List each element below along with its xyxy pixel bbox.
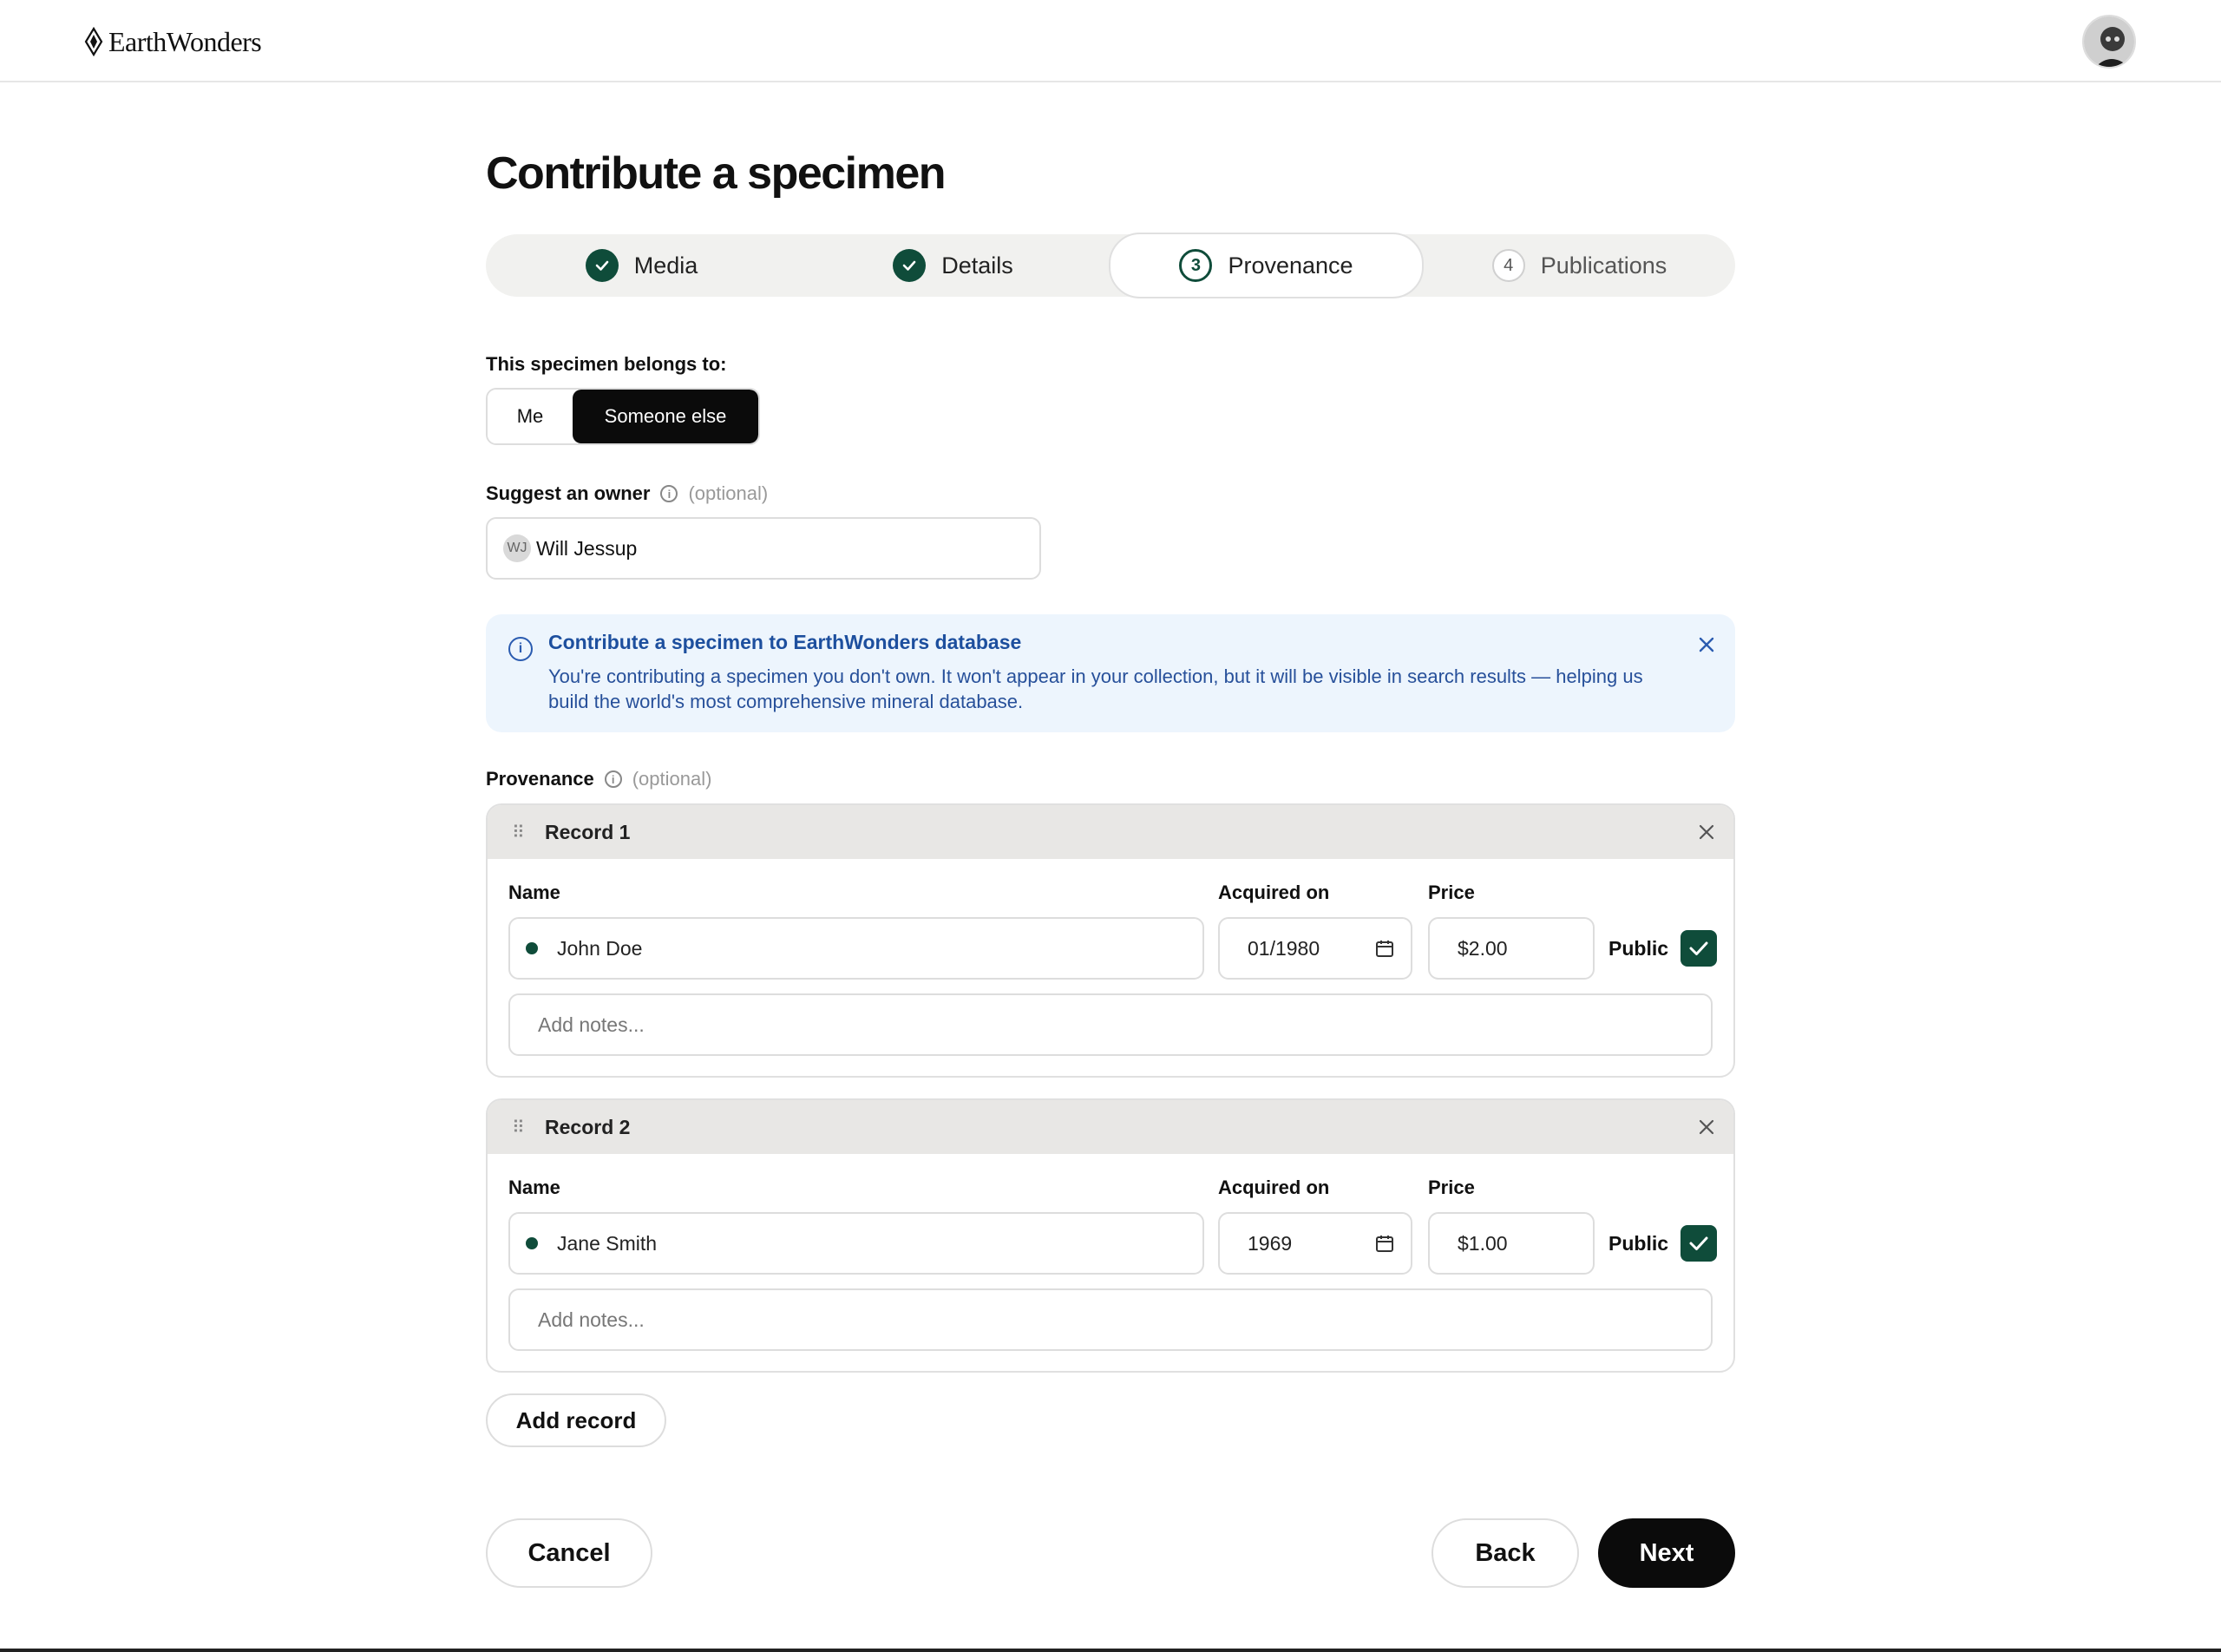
acquired-date-input[interactable]: 01/1980 — [1218, 917, 1412, 980]
owner-name-value: Will Jessup — [536, 536, 638, 560]
cancel-button[interactable]: Cancel — [486, 1518, 652, 1588]
acquired-field-label: Acquired on — [1218, 1177, 1330, 1198]
step-publications[interactable]: 4 Publications — [1424, 234, 1735, 297]
record-header: ⠿ Record 1 — [488, 805, 1733, 859]
notice-body: You're contributing a specimen you don't… — [548, 665, 1643, 712]
suggest-owner-input[interactable]: WJ Will Jessup — [486, 517, 1041, 580]
name-field-label: Name — [508, 882, 560, 903]
acquired-date-value: 01/1980 — [1248, 936, 1320, 960]
info-notice: i Contribute a specimen to EarthWonders … — [486, 614, 1735, 732]
check-icon — [893, 249, 927, 282]
close-icon[interactable] — [1695, 821, 1718, 843]
step-provenance[interactable]: 3 Provenance — [1109, 233, 1424, 298]
ownership-toggle: Me Someone else — [486, 388, 760, 445]
next-button[interactable]: Next — [1598, 1518, 1735, 1588]
name-field-label: Name — [508, 1177, 560, 1198]
public-checkbox-group: Public — [1608, 930, 1718, 967]
add-record-button[interactable]: Add record — [486, 1393, 666, 1447]
back-button[interactable]: Back — [1432, 1518, 1579, 1588]
status-dot — [526, 1237, 538, 1249]
price-field-label: Price — [1428, 1177, 1475, 1198]
notes-input[interactable]: Add notes... — [508, 1288, 1713, 1351]
provenance-label: Provenance i (optional) — [486, 768, 711, 790]
logo-text: EarthWonders — [108, 25, 262, 57]
step-details[interactable]: Details — [797, 234, 1109, 297]
calendar-icon[interactable] — [1374, 1233, 1395, 1254]
price-input[interactable]: $2.00 — [1428, 917, 1595, 980]
notes-placeholder: Add notes... — [538, 1013, 645, 1036]
info-icon[interactable]: i — [660, 485, 678, 502]
owner-name-value: Jane Smith — [557, 1231, 658, 1255]
info-icon[interactable]: i — [604, 770, 622, 788]
avatar[interactable] — [2082, 15, 2136, 69]
earthwonders-logo[interactable]: EarthWonders — [82, 25, 262, 57]
notes-input[interactable]: Add notes... — [508, 993, 1713, 1056]
close-icon[interactable] — [1695, 1116, 1718, 1138]
provenance-record: ⠿ Record 2 Name Acquired on Price Jane S… — [486, 1098, 1735, 1373]
optional-hint: (optional) — [688, 482, 769, 504]
price-input[interactable]: $1.00 — [1428, 1212, 1595, 1275]
public-checkbox-group: Public — [1608, 1225, 1718, 1262]
notes-placeholder: Add notes... — [538, 1308, 645, 1331]
bottom-edge-divider — [0, 1649, 2221, 1652]
progress-stepper: Media Details 3 Provenance 4 Publication… — [486, 233, 1735, 298]
step-label: Provenance — [1228, 252, 1353, 279]
user-avatar-image — [2084, 16, 2134, 67]
price-field-label: Price — [1428, 882, 1475, 903]
public-checkbox[interactable] — [1680, 930, 1718, 967]
acquired-date-input[interactable]: 1969 — [1218, 1212, 1412, 1275]
record-title: Record 2 — [545, 1115, 631, 1138]
page-title: Contribute a specimen — [486, 148, 947, 199]
record-header: ⠿ Record 2 — [488, 1100, 1733, 1154]
calendar-icon[interactable] — [1374, 938, 1395, 959]
step-label: Details — [941, 252, 1013, 279]
logo-diamond-icon — [84, 27, 103, 56]
notice-title: Contribute a specimen to EarthWonders da… — [548, 631, 1022, 653]
owner-name-input[interactable]: John Doe — [508, 917, 1204, 980]
step-number: 4 — [1491, 249, 1525, 282]
status-dot — [526, 942, 538, 954]
acquired-field-label: Acquired on — [1218, 882, 1330, 903]
suggest-owner-label: Suggest an owner i (optional) — [486, 482, 768, 505]
top-navigation-bar: EarthWonders — [0, 0, 2221, 82]
owner-someone-else-button[interactable]: Someone else — [573, 390, 758, 443]
owner-me-button[interactable]: Me — [488, 390, 573, 443]
ownership-label: This specimen belongs to: — [486, 353, 727, 375]
acquired-date-value: 1969 — [1248, 1231, 1293, 1255]
drag-handle-icon[interactable]: ⠿ — [512, 822, 536, 843]
owner-name-input[interactable]: Jane Smith — [508, 1212, 1204, 1275]
info-icon: i — [508, 637, 533, 661]
drag-handle-icon[interactable]: ⠿ — [512, 1117, 536, 1138]
provenance-record: ⠿ Record 1 Name Acquired on Price John D… — [486, 803, 1735, 1078]
optional-hint: (optional) — [632, 768, 712, 790]
public-checkbox[interactable] — [1680, 1225, 1718, 1262]
step-label: Publications — [1540, 252, 1667, 279]
public-label: Public — [1608, 1231, 1669, 1255]
price-value: $2.00 — [1458, 936, 1508, 960]
step-media[interactable]: Media — [486, 234, 797, 297]
close-icon[interactable] — [1695, 633, 1718, 656]
owner-name-value: John Doe — [557, 936, 643, 960]
step-number: 3 — [1179, 249, 1213, 282]
price-value: $1.00 — [1458, 1231, 1508, 1255]
check-icon — [585, 249, 619, 282]
owner-initials-avatar: WJ — [503, 534, 531, 562]
public-label: Public — [1608, 936, 1669, 960]
step-label: Media — [633, 252, 698, 279]
provenance-label-text: Provenance — [486, 768, 594, 790]
suggest-owner-label-text: Suggest an owner — [486, 482, 651, 504]
record-title: Record 1 — [545, 820, 631, 843]
